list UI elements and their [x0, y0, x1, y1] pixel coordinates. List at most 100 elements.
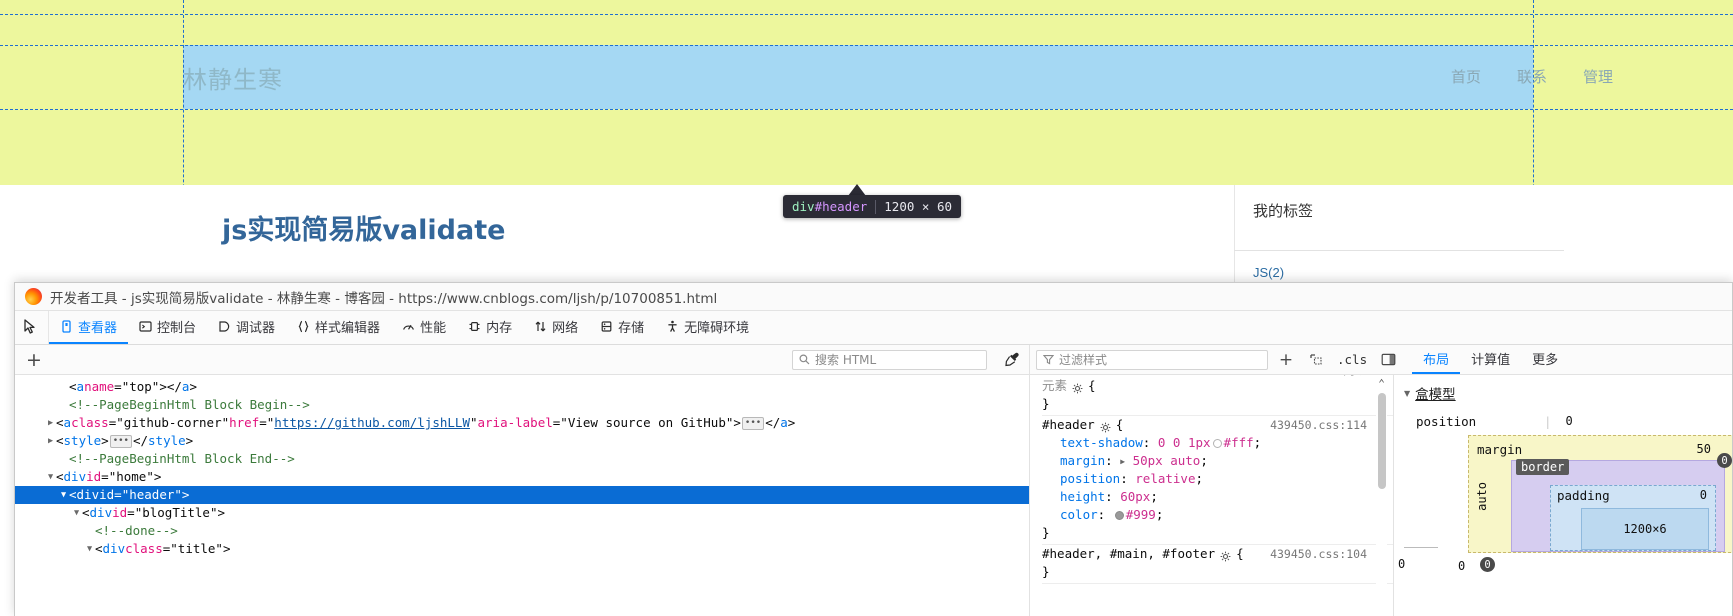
devtools-subtoolbar: + 搜索 HTML 过滤样式 + .cls 布局 计算值 更多	[15, 345, 1732, 375]
css-selector[interactable]: #header	[1042, 416, 1095, 434]
markup-node[interactable]: ▶ < a class = "github-corner" href = " https://…	[15, 414, 1029, 432]
gear-icon[interactable]	[1072, 381, 1083, 393]
element-classes-button[interactable]: .cls	[1334, 352, 1370, 367]
twisty-expanded-icon[interactable]: ▼	[84, 540, 95, 558]
sidebar-tab-computed[interactable]: 计算值	[1460, 345, 1521, 374]
markup-token: <	[82, 505, 90, 520]
css-property-name[interactable]: margin	[1060, 453, 1105, 468]
css-property-name[interactable]: height	[1060, 489, 1105, 504]
css-property-value[interactable]: 0 0 1px	[1158, 435, 1211, 450]
markup-token: div	[102, 541, 126, 556]
css-property-name[interactable]: color	[1060, 507, 1098, 522]
css-declaration[interactable]: margin: ▶ 50px auto;	[1042, 452, 1393, 470]
accessibility-icon	[668, 320, 677, 332]
inline-style-badge: 内联	[1343, 375, 1367, 379]
collapsed-content-icon[interactable]: •••	[109, 434, 132, 448]
css-selector[interactable]: #header, #main, #footer	[1042, 545, 1215, 563]
scroll-up-caret-icon[interactable]: ⌃	[1378, 377, 1385, 390]
nav-item-admin[interactable]: 管理	[1583, 66, 1613, 87]
box-model-section-header[interactable]: ▼ 盒模型	[1394, 375, 1732, 407]
tab-accessibility-label: 无障碍环境	[684, 321, 750, 336]
sidebar-tag-link[interactable]: JS(2)	[1253, 265, 1284, 280]
gear-icon[interactable]	[1220, 549, 1231, 561]
css-color-value[interactable]: #999	[1126, 507, 1156, 522]
css-property-name[interactable]: position	[1060, 471, 1120, 486]
network-icon	[535, 321, 546, 332]
box-model-title: 盒模型	[1415, 387, 1456, 403]
twisty-collapsed-icon[interactable]: ▶	[45, 432, 56, 450]
nav-item-home[interactable]: 首页	[1451, 66, 1481, 87]
css-declaration[interactable]: color: #999;	[1042, 506, 1393, 524]
tab-performance[interactable]: 性能	[391, 311, 457, 344]
tab-inspector-label: 查看器	[78, 321, 118, 336]
tab-style-editor[interactable]: 样式编辑器	[286, 311, 391, 344]
margin-left-value[interactable]: auto	[1475, 482, 1489, 511]
css-property-name[interactable]: text-shadow	[1060, 435, 1143, 450]
padding-top-value[interactable]: 0	[1700, 488, 1707, 502]
css-source-link[interactable]: 439450.css:114	[1270, 416, 1367, 434]
sidebar-tab-list: 布局 计算值 更多	[1412, 345, 1569, 374]
twisty-expanded-icon[interactable]: ▼	[71, 504, 82, 522]
markup-node[interactable]: ▼ < div id = "blogTitle" >	[15, 504, 1029, 522]
markup-token: div	[63, 469, 87, 484]
markup-node-selected[interactable]: ▼ < div id = "header" >	[15, 486, 1029, 504]
markup-token: <!--PageBeginHtml Block Begin-->	[69, 397, 310, 412]
create-node-button[interactable]: +	[15, 345, 53, 374]
markup-node[interactable]: <!--done-->	[15, 522, 1029, 540]
tab-network[interactable]: 网络	[523, 311, 589, 344]
search-html-input[interactable]: 搜索 HTML	[792, 349, 987, 370]
css-property-value[interactable]: 50px auto	[1133, 453, 1201, 468]
markup-href-link[interactable]: https://github.com/ljshLLW	[274, 414, 470, 432]
filter-icon	[1043, 355, 1054, 365]
markup-node[interactable]: ▶ < style > ••• </style >	[15, 432, 1029, 450]
twisty-expanded-icon[interactable]: ▼	[45, 468, 56, 486]
twisty-expanded-icon[interactable]: ▼	[58, 486, 69, 504]
css-declaration[interactable]: position: relative;	[1042, 470, 1393, 488]
html-markup-tree[interactable]: < a name = "top" ></a > <!--PageBeginHtml Bloc…	[15, 375, 1030, 616]
sidebar-tab-more[interactable]: 更多	[1521, 345, 1569, 374]
css-rules-panel[interactable]: 元素{内联}#header{439450.css:114text-shadow:…	[1030, 375, 1394, 616]
markup-node[interactable]: ▼ < div id = "home" >	[15, 468, 1029, 486]
css-property-value[interactable]: relative	[1135, 471, 1195, 486]
rules-scroll-thumb[interactable]	[1377, 393, 1386, 489]
rules-scrollbar[interactable]: ⌃	[1376, 375, 1387, 616]
css-selector[interactable]: 元素	[1042, 377, 1067, 395]
filter-styles-input[interactable]: 过滤样式	[1036, 349, 1268, 370]
markup-node[interactable]: <!--PageBeginHtml Block End-->	[15, 450, 1029, 468]
sidebar-tab-layout[interactable]: 布局	[1412, 345, 1461, 374]
performance-icon	[403, 324, 415, 330]
site-nav[interactable]: 首页 联系 管理	[1451, 66, 1613, 87]
markup-token: =	[552, 415, 561, 430]
markup-token: style	[63, 433, 102, 448]
add-new-rule-button[interactable]: +	[1274, 350, 1298, 370]
inspector-icon	[62, 320, 71, 333]
expand-shorthand-icon[interactable]: ▶	[1120, 457, 1125, 466]
tab-accessibility[interactable]: 无障碍环境	[655, 311, 760, 344]
markup-node[interactable]: <!--PageBeginHtml Block Begin-->	[15, 396, 1029, 414]
toggle-pseudo-class-button[interactable]	[1304, 352, 1328, 367]
css-color-value[interactable]: #fff	[1224, 435, 1254, 450]
css-rule: 元素 {内联}	[1042, 375, 1393, 416]
css-source-link[interactable]: 439450.css:104	[1270, 545, 1367, 563]
markup-node[interactable]: < a name = "top" ></a >	[15, 378, 1029, 396]
toggle-sidebar-button[interactable]	[1376, 352, 1400, 367]
twisty-collapsed-icon[interactable]: ▶	[45, 414, 56, 432]
tab-console[interactable]: 控制台	[128, 311, 207, 344]
nav-item-contact[interactable]: 联系	[1517, 66, 1547, 87]
css-declaration[interactable]: text-shadow: 0 0 1px #fff;	[1042, 434, 1393, 452]
tab-storage[interactable]: 存储	[589, 311, 655, 344]
tab-debugger[interactable]: 调试器	[207, 311, 286, 344]
css-property-value[interactable]: 60px	[1120, 489, 1150, 504]
margin-top-value[interactable]: 50	[1697, 442, 1711, 456]
element-picker-button[interactable]	[15, 311, 49, 344]
tab-inspector[interactable]: 查看器	[49, 311, 129, 344]
tab-memory[interactable]: 内存	[457, 311, 523, 344]
css-declaration[interactable]: height: 60px;	[1042, 488, 1393, 506]
color-swatch-icon[interactable]	[1114, 511, 1124, 520]
eyedropper-button[interactable]	[995, 345, 1029, 374]
color-swatch-icon[interactable]	[1212, 439, 1222, 448]
border-top-value[interactable]: 0	[1717, 453, 1732, 468]
gear-icon[interactable]	[1100, 420, 1111, 432]
collapsed-content-icon[interactable]: •••	[741, 416, 765, 430]
markup-node[interactable]: ▼ < div class = "title" >	[15, 540, 1029, 558]
